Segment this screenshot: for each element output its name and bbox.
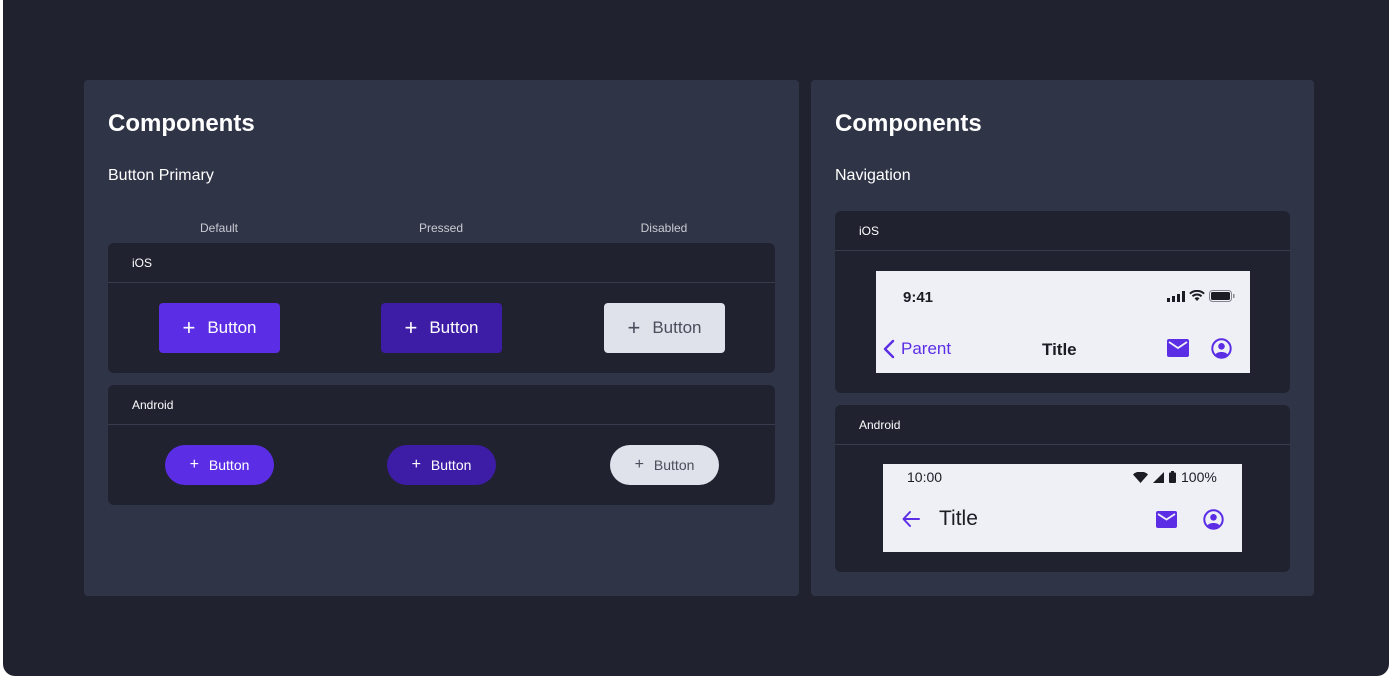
status-time: 9:41 — [903, 289, 934, 306]
android-button-pressed[interactable]: + Button — [387, 445, 496, 485]
android-nav-preview: 10:00 100% Title — [883, 464, 1242, 552]
components-card-navigation: Components Navigation iOS 9:41 Parent Ti… — [811, 80, 1314, 596]
panel-label: iOS — [835, 211, 1290, 251]
ios-button-disabled[interactable]: + Button — [604, 303, 725, 353]
battery-icon — [1209, 290, 1235, 302]
battery-percent: 100% — [1181, 469, 1217, 485]
plus-icon: + — [627, 315, 641, 340]
back-arrow-icon[interactable] — [902, 510, 920, 528]
chevron-left-icon — [883, 339, 895, 359]
signal-icon — [1153, 471, 1164, 483]
signal-icon — [1167, 290, 1185, 302]
battery-icon — [1169, 471, 1176, 483]
status-icons: 100% — [1133, 469, 1217, 485]
button-label: Button — [652, 318, 702, 337]
components-card-buttons: Components Button Primary Default Presse… — [84, 80, 799, 596]
column-label-default: Default — [199, 221, 239, 235]
button-label: Button — [430, 457, 472, 473]
plus-icon: + — [189, 456, 199, 473]
canvas-frame: Components Button Primary Default Presse… — [3, 0, 1389, 676]
button-label: Button — [653, 457, 695, 473]
ios-button-panel: iOS + Button + Button + Button — [108, 243, 775, 373]
button-label: Button — [429, 318, 479, 337]
back-label: Parent — [901, 339, 952, 358]
card-title: Components — [835, 110, 982, 137]
android-navigation-panel: Android 10:00 100% Title — [835, 405, 1290, 572]
ios-button-default[interactable]: + Button — [159, 303, 280, 353]
ios-nav-preview: 9:41 Parent Title — [876, 271, 1250, 373]
plus-icon: + — [404, 315, 418, 340]
plus-icon: + — [182, 315, 196, 340]
plus-icon: + — [634, 456, 644, 473]
account-icon[interactable] — [1203, 509, 1224, 530]
plus-icon: + — [411, 456, 421, 473]
back-button[interactable]: Parent — [883, 339, 951, 359]
nav-title: Title — [1042, 340, 1077, 359]
ios-button-pressed[interactable]: + Button — [381, 303, 502, 353]
android-button-disabled[interactable]: + Button — [610, 445, 719, 485]
card-title: Components — [108, 110, 255, 137]
mail-icon[interactable] — [1156, 511, 1177, 528]
panel-label: Android — [835, 405, 1290, 445]
panel-label: Android — [108, 385, 775, 425]
mail-icon[interactable] — [1167, 339, 1189, 357]
section-title: Button Primary — [108, 167, 214, 184]
section-title: Navigation — [835, 167, 911, 184]
android-button-panel: Android + Button + Button + Button — [108, 385, 775, 505]
status-time: 10:00 — [907, 469, 943, 485]
column-label-pressed: Pressed — [418, 221, 464, 235]
ios-navigation-panel: iOS 9:41 Parent Title — [835, 211, 1290, 393]
button-label: Button — [207, 318, 257, 337]
wifi-icon — [1189, 290, 1205, 301]
status-icons — [1167, 290, 1235, 302]
button-label: Button — [208, 457, 250, 473]
wifi-icon — [1133, 471, 1148, 483]
account-icon[interactable] — [1211, 338, 1232, 359]
android-button-default[interactable]: + Button — [165, 445, 274, 485]
column-label-disabled: Disabled — [640, 221, 688, 235]
panel-label: iOS — [108, 243, 775, 283]
nav-title: Title — [939, 507, 978, 530]
